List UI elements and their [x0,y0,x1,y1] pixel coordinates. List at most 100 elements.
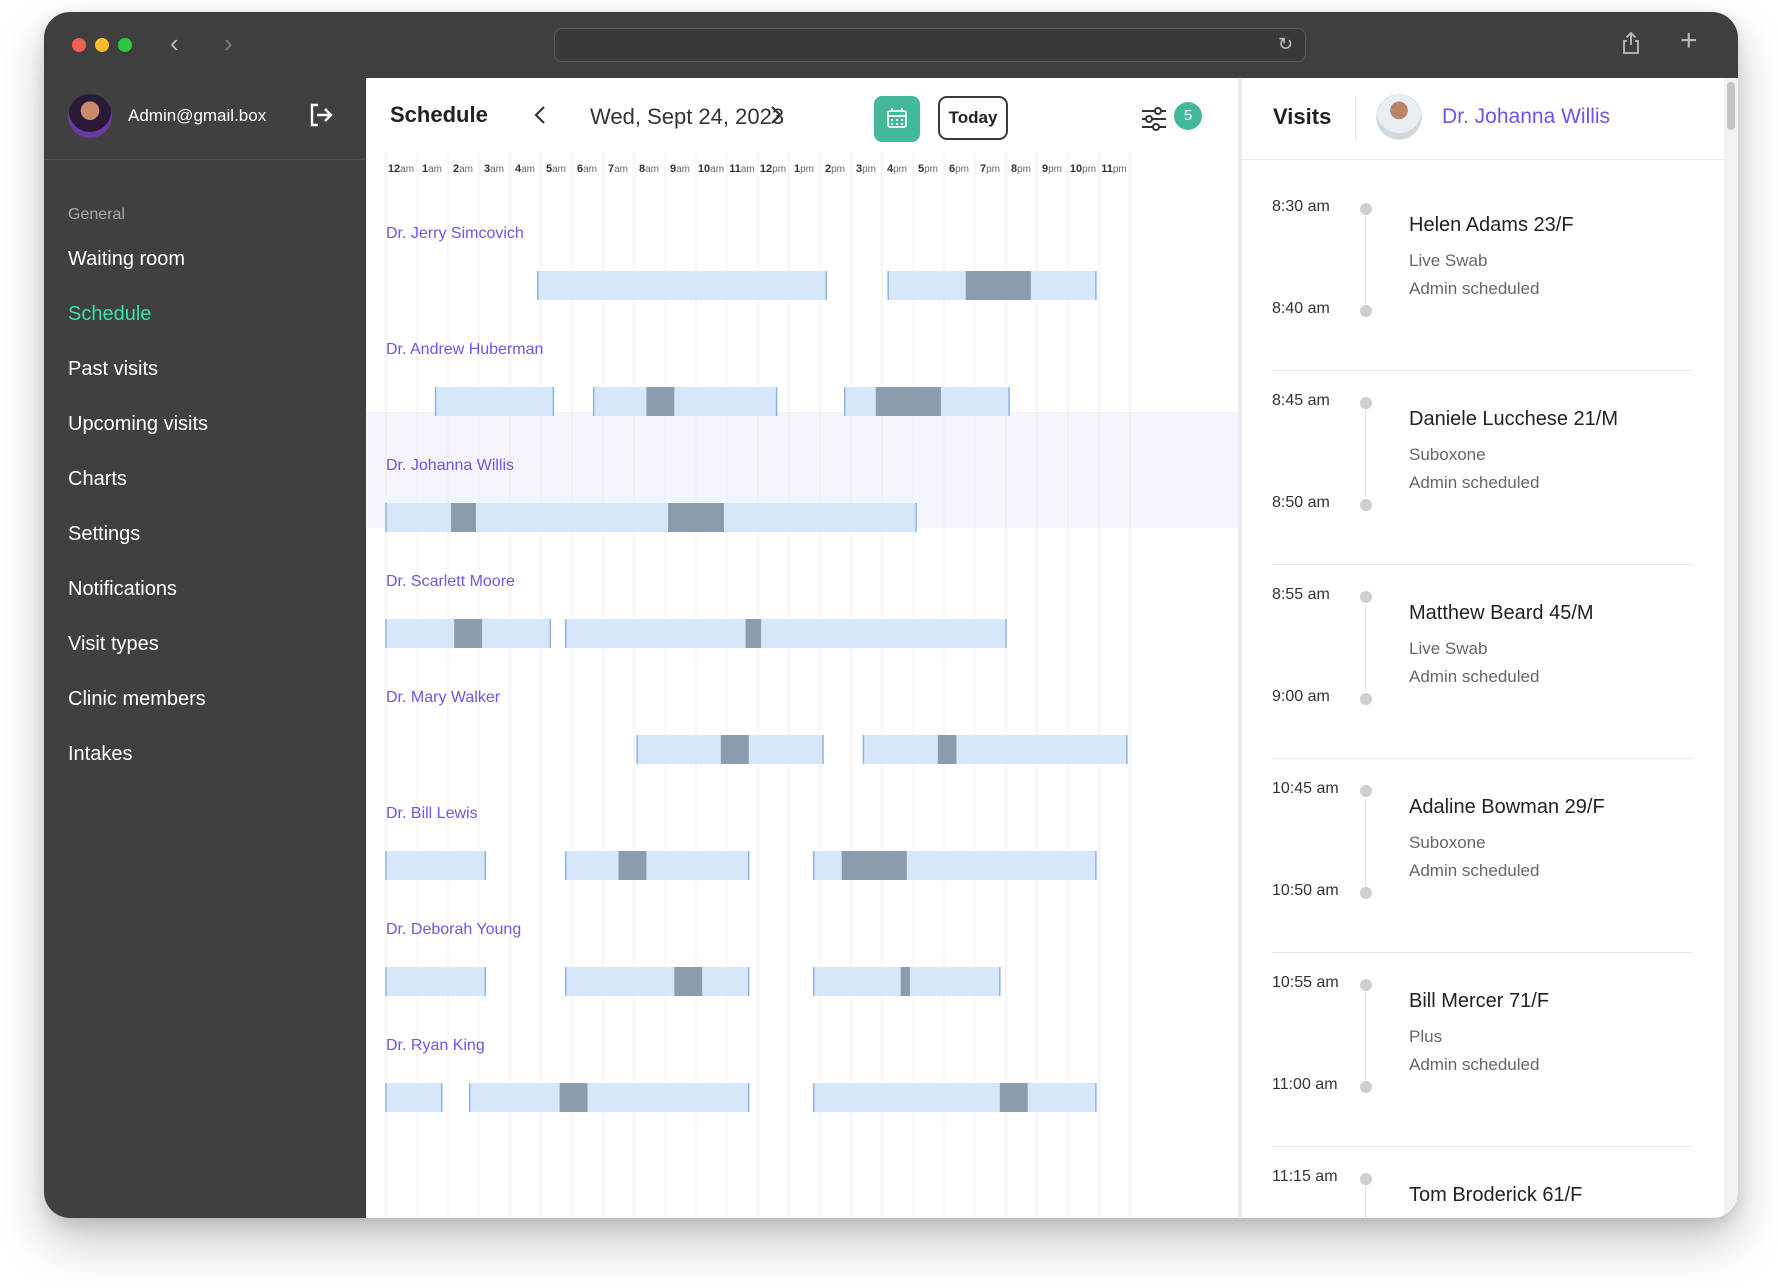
reload-icon[interactable]: ↻ [1278,34,1293,55]
filter-icon[interactable] [1140,106,1168,132]
visit-block[interactable] [875,387,941,416]
avatar[interactable] [68,94,112,138]
hour-label: 4pm [887,163,907,175]
timeline-line [1365,604,1366,692]
shift-bar[interactable] [565,851,749,880]
previous-day-icon[interactable] [530,104,552,126]
shift-bar[interactable] [386,1083,442,1112]
hour-label: 9pm [1042,163,1062,175]
patient-name: Daniele Lucchese 21/M [1409,408,1619,430]
minimize-window-button[interactable] [95,38,109,52]
visit-card[interactable]: 8:30 am 8:40 am Helen Adams 23/F Live Swab A… [1272,178,1692,372]
visit-block[interactable] [841,851,907,880]
shift-bar[interactable] [469,1083,749,1112]
visit-block[interactable] [559,1083,588,1112]
hour-suffix: pm [986,164,1000,175]
visit-card[interactable]: 8:45 am 8:50 am Daniele Lucchese 21/M Subox… [1272,372,1692,566]
sidebar-item-intakes[interactable]: Intakes [68,741,208,796]
hour-label: 1am [422,163,442,175]
timeline-dot [1360,499,1372,511]
chevron-right-icon[interactable]: › [224,30,233,56]
today-button[interactable]: Today [938,96,1008,140]
sidebar-item-waiting-room[interactable]: Waiting room [68,246,208,301]
hour-label: 2am [453,163,473,175]
visit-block[interactable] [646,387,675,416]
sidebar-item-visit-types[interactable]: Visit types [68,631,208,686]
visit-block[interactable] [454,619,483,648]
doctor-name[interactable]: Dr. Johanna Willis [386,457,514,474]
maximize-window-button[interactable] [118,38,132,52]
shift-bar[interactable] [435,387,554,416]
shift-bar[interactable] [537,271,827,300]
hour-suffix: pm [893,164,907,175]
doctor-name[interactable]: Dr. Deborah Young [386,921,521,938]
hour-label: 1pm [794,163,814,175]
shift-bar[interactable] [813,1083,1096,1112]
shift-bar[interactable] [386,967,486,996]
doctor-name[interactable]: Dr. Andrew Huberman [386,341,543,358]
visit-block[interactable] [720,735,749,764]
visit-card[interactable]: 8:55 am 9:00 am Matthew Beard 45/M Live Swa… [1272,566,1692,760]
doctor-name[interactable]: Dr. Mary Walker [386,689,501,706]
title-bar: ‹ › ↻ + [44,12,1738,78]
chevron-left-icon[interactable]: ‹ [170,30,179,56]
sidebar-item-settings[interactable]: Settings [68,521,208,576]
user-email: Admin@gmail.box [128,106,267,125]
close-window-button[interactable] [72,38,86,52]
visit-block[interactable] [900,967,910,996]
visit-type: Suboxone [1409,833,1486,852]
visit-block[interactable] [965,271,1031,300]
shift-bar[interactable] [863,735,1127,764]
sidebar-item-clinic-members[interactable]: Clinic members [68,686,208,741]
hour-suffix: am [710,164,724,175]
shift-bar[interactable] [565,967,749,996]
visit-block[interactable] [745,619,762,648]
visit-card[interactable]: 11:15 amTom Broderick 61/FUrgent care [1272,1148,1692,1218]
shift-bar[interactable] [386,851,486,880]
doctor-name[interactable]: Dr. Jerry Simcovich [386,225,524,242]
visit-block[interactable] [451,503,476,532]
hour-suffix: am [490,164,504,175]
scrollbar-thumb[interactable] [1727,82,1735,130]
visit-start-time: 10:55 am [1272,974,1339,991]
scheduled-by: Admin scheduled [1409,1055,1540,1074]
address-bar[interactable]: ↻ [554,28,1306,62]
scrollbar[interactable] [1724,78,1738,1218]
share-icon[interactable] [1622,31,1640,60]
sidebar-item-upcoming-visits[interactable]: Upcoming visits [68,411,208,466]
doctor-name[interactable]: Dr. Ryan King [386,1037,485,1054]
hour-suffix: pm [1017,164,1031,175]
hour-number: 10 [1070,163,1082,175]
visit-block[interactable] [668,503,724,532]
hour-label: 6pm [949,163,969,175]
sidebar-item-schedule[interactable]: Schedule [68,301,208,356]
selected-doctor-name[interactable]: Dr. Johanna Willis [1442,105,1610,129]
shift-bar[interactable] [593,387,777,416]
visit-card[interactable]: 10:55 am 11:00 am Bill Mercer 71/F Plus Admi… [1272,954,1692,1148]
sidebar-item-notifications[interactable]: Notifications [68,576,208,631]
visit-block[interactable] [674,967,703,996]
visit-card[interactable]: 10:45 am 10:50 am Adaline Bowman 29/F Subox… [1272,760,1692,954]
doctor-name[interactable]: Dr. Bill Lewis [386,805,478,822]
new-tab-icon[interactable]: + [1680,26,1698,56]
logout-icon[interactable] [308,102,334,128]
visit-block[interactable] [618,851,647,880]
scheduled-by: Admin scheduled [1409,667,1540,686]
visit-type: Plus [1409,1027,1443,1046]
visit-block[interactable] [999,1083,1028,1112]
patient-name: Tom Broderick 61/F [1409,1184,1583,1206]
doctor-name[interactable]: Dr. Scarlett Moore [386,573,515,590]
sidebar-item-charts[interactable]: Charts [68,466,208,521]
header-separator [1355,96,1356,140]
divider [1272,564,1692,565]
visit-block[interactable] [937,735,957,764]
calendar-button[interactable] [874,96,920,142]
shift-bar[interactable] [565,619,1006,648]
sidebar-item-past-visits[interactable]: Past visits [68,356,208,411]
hour-label: 7pm [980,163,1000,175]
sidebar: Admin@gmail.box General Waiting room Sche… [44,78,366,1218]
hour-label: 9am [670,163,690,175]
hour-suffix: pm [955,164,969,175]
next-day-icon[interactable] [764,104,786,126]
hour-suffix: am [583,164,597,175]
